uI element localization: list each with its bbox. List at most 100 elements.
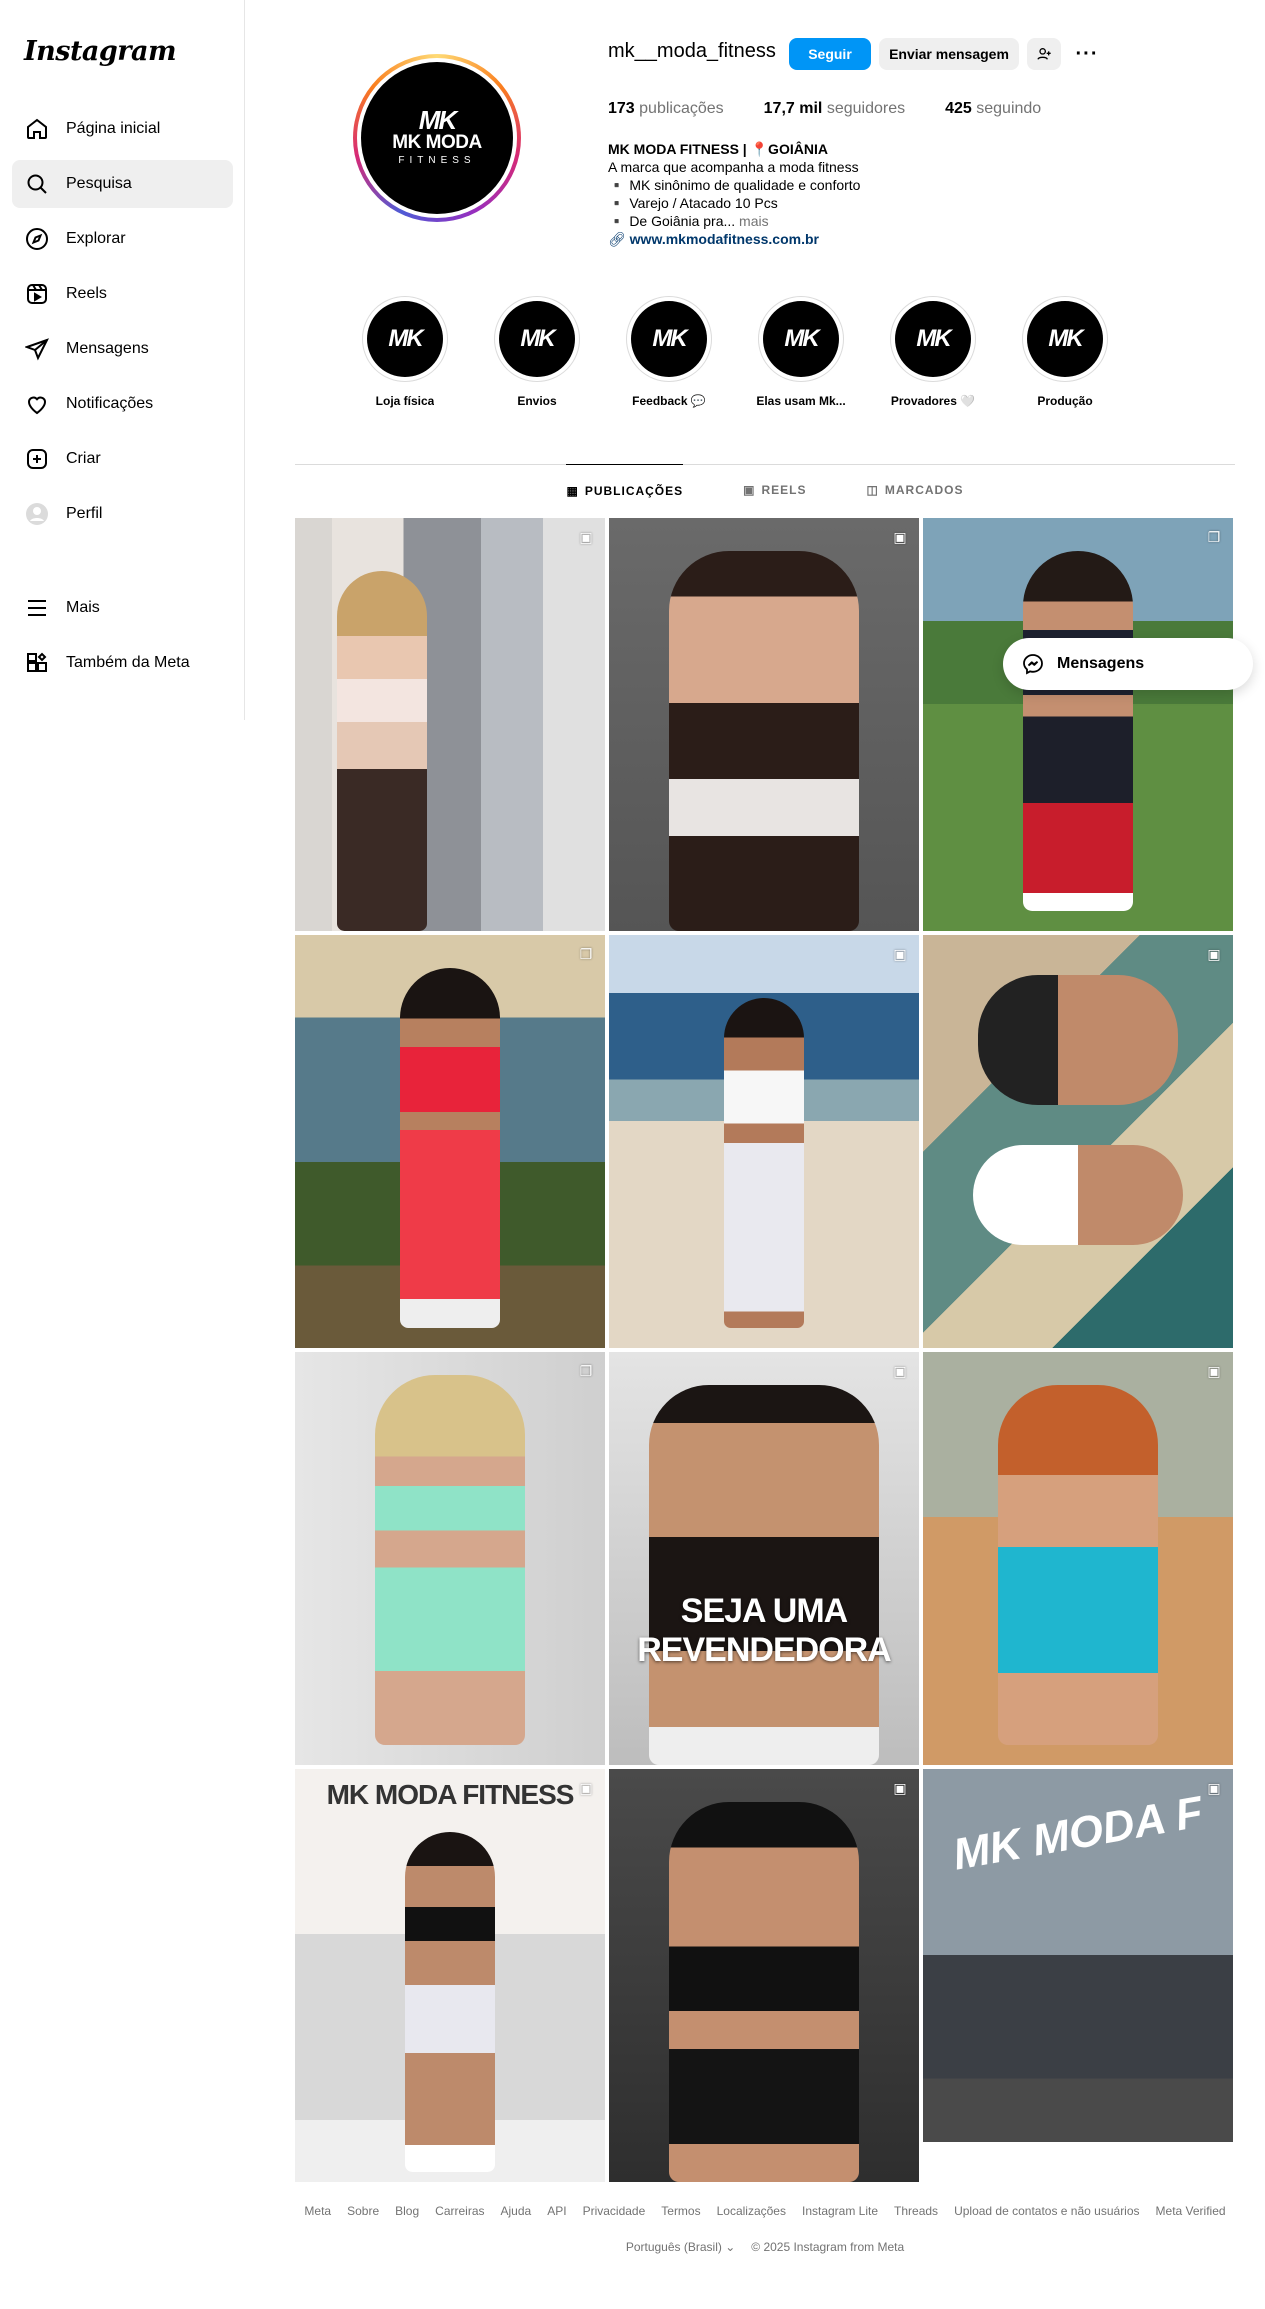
post-tile[interactable]: ❐ — [923, 518, 1233, 931]
posts-grid: ▣ ▣ ❐ ❐ ▣ ▣ ❐ SEJA UMA REVENDEDORA ▣ ▣ M… — [295, 518, 1233, 2182]
send-icon — [24, 336, 50, 362]
avatar-mark: MK — [418, 105, 457, 135]
plus-square-icon — [24, 446, 50, 472]
nav-label: Página inicial — [66, 120, 161, 137]
menu-icon — [24, 595, 50, 621]
follow-button[interactable]: Seguir — [789, 38, 871, 70]
messages-floating-button[interactable]: Mensagens — [1003, 638, 1253, 690]
highlight-item[interactable]: MK Loja física — [339, 296, 471, 408]
highlight-item[interactable]: MK Envios — [471, 296, 603, 408]
post-tile[interactable]: ▣ — [609, 935, 919, 1348]
footer-link[interactable]: Instagram Lite — [802, 2204, 878, 2218]
highlight-item[interactable]: MK Provadores 🤍 — [867, 296, 999, 408]
post-tile[interactable]: ❐ — [295, 935, 605, 1348]
highlight-cover: MK — [631, 301, 707, 377]
following-count[interactable]: 425 seguindo — [945, 100, 1041, 118]
post-tile[interactable]: ▣ — [609, 1769, 919, 2182]
highlight-item[interactable]: MK Elas usam Mk... — [735, 296, 867, 408]
footer-link[interactable]: Meta Verified — [1156, 2204, 1226, 2218]
nav-label: Criar — [66, 450, 101, 467]
reel-icon: ▣ — [1207, 1780, 1221, 1796]
bio-line: ▪️ Varejo / Atacado 10 Pcs — [608, 195, 778, 211]
footer-links: Meta Sobre Blog Carreiras Ajuda API Priv… — [295, 2204, 1235, 2218]
nav-more[interactable]: Mais — [12, 584, 233, 632]
avatar-brand: MK MODA — [392, 132, 482, 153]
nav-meta[interactable]: Também da Meta — [12, 639, 233, 687]
highlight-label: Elas usam Mk... — [756, 394, 846, 408]
suggested-accounts-button[interactable] — [1027, 38, 1061, 70]
post-tile[interactable]: MK MODA FITNESS ▣ — [295, 1769, 605, 2182]
footer-link[interactable]: Upload de contatos e não usuários — [954, 2204, 1139, 2218]
footer-link[interactable]: Termos — [661, 2204, 700, 2218]
nav-home[interactable]: Página inicial — [12, 105, 233, 153]
nav-label: Notificações — [66, 395, 154, 412]
post-tile[interactable]: SEJA UMA REVENDEDORA ▣ — [609, 1352, 919, 1765]
bio-line: A marca que acompanha a moda fitness — [608, 159, 859, 175]
carousel-icon: ❐ — [579, 946, 593, 962]
carousel-icon: ❐ — [579, 1363, 593, 1379]
language-selector[interactable]: Português (Brasil) ⌄ — [626, 2240, 735, 2254]
profile-username[interactable]: mk__moda_fitness — [608, 40, 776, 63]
followers-count[interactable]: 17,7 mil seguidores — [764, 100, 905, 118]
highlight-item[interactable]: MK Produção — [999, 296, 1131, 408]
bio-line: ▪️ De Goiânia pra... — [608, 213, 736, 229]
highlight-cover: MK — [763, 301, 839, 377]
highlight-label: Envios — [517, 394, 557, 408]
nav-label: Mensagens — [66, 340, 149, 357]
more-options-button[interactable]: ··· — [1071, 38, 1103, 70]
instagram-logo[interactable]: Instagram — [24, 36, 177, 67]
reel-icon: ▣ — [893, 529, 907, 545]
footer-link[interactable]: API — [547, 2204, 566, 2218]
footer-link[interactable]: Threads — [894, 2204, 938, 2218]
nav-label: Também da Meta — [66, 654, 190, 671]
post-tile[interactable]: MK MODA F ▣ — [923, 1769, 1233, 2182]
reel-icon: ▣ — [893, 1363, 907, 1379]
bio-name: MK MODA FITNESS | 📍GOIÂNIA — [608, 141, 828, 157]
bio-line: ▪️ MK sinônimo de qualidade e conforto — [608, 177, 861, 193]
link-icon: 🔗︎ — [608, 231, 626, 247]
post-tile[interactable]: ▣ — [295, 518, 605, 931]
footer-link[interactable]: Meta — [304, 2204, 331, 2218]
meta-apps-icon — [24, 650, 50, 676]
profile-tabs: ▦ PUBLICAÇÕES ▣ REELS ◫ MARCADOS — [295, 464, 1235, 516]
nav-profile[interactable]: Perfil — [12, 490, 233, 538]
highlight-item[interactable]: MK Feedback 💬 — [603, 296, 735, 408]
footer-link[interactable]: Carreiras — [435, 2204, 484, 2218]
nav-label: Pesquisa — [66, 175, 132, 192]
post-tile[interactable]: ▣ — [923, 935, 1233, 1348]
reel-icon: ▣ — [579, 1780, 593, 1796]
post-tile[interactable]: ▣ — [609, 518, 919, 931]
grid-icon: ▦ — [566, 483, 579, 498]
nav-label: Reels — [66, 285, 107, 302]
sidebar: Instagram Página inicial Pesquisa Explor… — [0, 0, 245, 720]
nav-reels[interactable]: Reels — [12, 270, 233, 318]
footer-link[interactable]: Ajuda — [501, 2204, 532, 2218]
nav-notifications[interactable]: Notificações — [12, 380, 233, 428]
reels-icon — [24, 281, 50, 307]
tab-reels[interactable]: ▣ REELS — [743, 464, 806, 516]
footer-link[interactable]: Localizações — [717, 2204, 786, 2218]
nav-search[interactable]: Pesquisa — [12, 160, 233, 208]
reel-icon: ▣ — [893, 1780, 907, 1796]
profile-avatar: MK MK MODA FITNESS — [361, 62, 513, 214]
bio-more-link[interactable]: mais — [739, 213, 769, 229]
nav-create[interactable]: Criar — [12, 435, 233, 483]
highlight-label: Produção — [1037, 394, 1093, 408]
nav-label: Perfil — [66, 505, 103, 522]
footer-link[interactable]: Sobre — [347, 2204, 379, 2218]
tab-tagged[interactable]: ◫ MARCADOS — [867, 464, 964, 516]
post-tile[interactable]: ❐ — [295, 1352, 605, 1765]
bio-website-link[interactable]: www.mkmodafitness.com.br — [630, 231, 819, 247]
footer-link[interactable]: Privacidade — [583, 2204, 646, 2218]
post-tile[interactable]: ▣ — [923, 1352, 1233, 1765]
footer-link[interactable]: Blog — [395, 2204, 419, 2218]
highlight-cover: MK — [895, 301, 971, 377]
footer-bottom: Português (Brasil) ⌄ © 2025 Instagram fr… — [295, 2240, 1235, 2254]
highlight-cover: MK — [367, 301, 443, 377]
messenger-icon — [1023, 654, 1043, 675]
tab-posts[interactable]: ▦ PUBLICAÇÕES — [566, 464, 684, 516]
send-message-button[interactable]: Enviar mensagem — [879, 38, 1019, 70]
profile-avatar-story-ring[interactable]: MK MK MODA FITNESS — [353, 54, 521, 222]
nav-messages[interactable]: Mensagens — [12, 325, 233, 373]
nav-explore[interactable]: Explorar — [12, 215, 233, 263]
